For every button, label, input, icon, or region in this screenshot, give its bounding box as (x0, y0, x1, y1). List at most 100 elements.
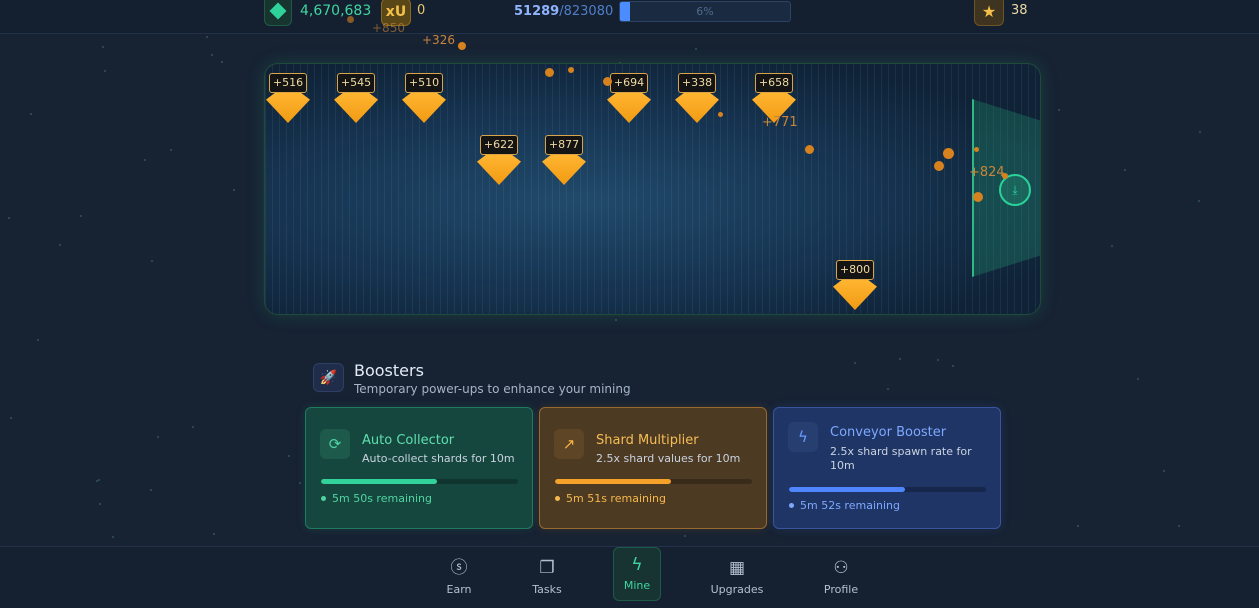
shard[interactable]: +622 (476, 135, 522, 185)
shard-value: +545 (337, 73, 375, 93)
star-particle (937, 359, 939, 361)
star-particle (211, 54, 213, 56)
level-progress-bar: 6% (619, 1, 791, 22)
star-particle (1124, 169, 1126, 171)
store-icon: ▦ (728, 558, 746, 578)
booster-remaining: 5m 52s remaining (800, 499, 900, 512)
shard[interactable]: +510 (401, 73, 447, 123)
lightning-icon: ϟ (631, 555, 643, 575)
star-particle (1199, 131, 1201, 133)
shard-value: +510 (405, 73, 443, 93)
floating-score: +850 (372, 21, 405, 35)
booster-title: Auto Collector (362, 433, 455, 448)
particle (347, 16, 354, 23)
booster-progress-bar (789, 487, 986, 492)
star-particle (899, 358, 901, 360)
shard-gem-icon (266, 93, 310, 123)
shard-gem-icon (542, 155, 586, 185)
star-particle (30, 113, 32, 115)
floating-score: +771 (762, 115, 798, 130)
star-particle (1077, 525, 1079, 527)
nav-earn[interactable]: ⓢ Earn (424, 557, 494, 596)
shard[interactable]: +338 (674, 73, 720, 123)
shard[interactable]: +658 (751, 73, 797, 123)
trending-up-icon: ↗ (554, 429, 584, 459)
tasks-icon: ❐ (539, 558, 555, 578)
booster-remaining: 5m 50s remaining (332, 492, 432, 505)
star-particle (1137, 378, 1139, 380)
particle (568, 67, 574, 73)
shard-value: +622 (480, 135, 518, 155)
status-dot (321, 496, 326, 501)
star-particle (170, 149, 172, 151)
star-particle (952, 365, 954, 367)
particle (545, 68, 554, 77)
particle (1002, 173, 1008, 179)
particle (603, 77, 612, 86)
booster-description: 2.5x shard spawn rate for 10m (830, 445, 972, 472)
star-particle (99, 503, 101, 505)
shard-gem-icon (675, 93, 719, 123)
particle (458, 42, 466, 50)
rocket-icon: 🚀 (313, 363, 344, 392)
nav-label: Upgrades (710, 583, 764, 596)
star-particle (213, 533, 215, 535)
level-progress-text: 51289/823080 (514, 4, 613, 19)
shard-gem-icon (402, 93, 446, 123)
user-icon: ⚇ (833, 558, 849, 578)
booster-remaining: 5m 51s remaining (566, 492, 666, 505)
star-particle (221, 61, 223, 63)
particle (718, 112, 723, 117)
top-bar: 4,670,683 xU 0 51289/823080 6% ★ 38 (0, 0, 1259, 34)
shard-value: +694 (610, 73, 648, 93)
particle (973, 192, 983, 202)
booster-card-auto-collector[interactable]: ⟳ Auto Collector Auto-collect shards for… (305, 407, 533, 529)
star-particle (695, 48, 697, 50)
star-particle (98, 479, 100, 481)
star-particle (104, 70, 106, 72)
mine-conveyor-board[interactable]: ⤓ +516 +545 +510 +622 +877 +694 +338 +65… (264, 63, 1041, 315)
star-particle (59, 244, 61, 246)
booster-progress-fill (555, 479, 672, 484)
progress-total: /823080 (559, 4, 614, 19)
nav-mine[interactable]: ϟ Mine (613, 547, 661, 601)
star-particle (1163, 470, 1165, 472)
shard-value: +338 (678, 73, 716, 93)
nav-tasks[interactable]: ❐ Tasks (512, 557, 582, 596)
star-particle (299, 482, 301, 484)
progress-current: 51289 (514, 4, 560, 19)
booster-progress-bar (321, 479, 518, 484)
booster-card-conveyor-booster[interactable]: ϟ Conveyor Booster 2.5x shard spawn rate… (773, 407, 1001, 529)
status-dot (789, 503, 794, 508)
shard[interactable]: +877 (541, 135, 587, 185)
booster-card-shard-multiplier[interactable]: ↗ Shard Multiplier 2.5x shard values for… (539, 407, 767, 529)
level-progress-percent: 6% (696, 5, 714, 18)
shard[interactable]: +516 (265, 73, 311, 123)
star-particle (112, 536, 114, 538)
booster-description: 2.5x shard values for 10m (596, 452, 741, 465)
shard[interactable]: +694 (606, 73, 652, 123)
boosters-title: Boosters (354, 361, 424, 380)
star-particle (1178, 525, 1180, 527)
nav-label: Tasks (532, 583, 562, 596)
nav-label: Earn (446, 583, 472, 596)
star-particle (151, 260, 153, 262)
star-icon: ★ (974, 0, 1004, 26)
star-particle (8, 217, 10, 219)
shard-gem-icon (607, 93, 651, 123)
floating-score: +824 (969, 165, 1005, 180)
shard[interactable]: +545 (333, 73, 379, 123)
gem-count: 4,670,683 (300, 3, 372, 19)
star-particle (854, 362, 856, 364)
gem-icon (269, 2, 287, 20)
shard[interactable]: +800 (832, 260, 878, 310)
shard-value: +516 (269, 73, 307, 93)
star-particle (1198, 200, 1200, 202)
shard-gem-icon (833, 280, 877, 310)
nav-upgrades[interactable]: ▦ Upgrades (702, 557, 772, 596)
xu-count: 0 (417, 3, 426, 18)
floating-score: +326 (422, 33, 455, 47)
nav-profile[interactable]: ⚇ Profile (806, 557, 876, 596)
star-particle (192, 426, 194, 428)
bottom-nav: ⓢ Earn ❐ Tasks ϟ Mine ▦ Upgrades ⚇ Profi… (0, 546, 1259, 608)
